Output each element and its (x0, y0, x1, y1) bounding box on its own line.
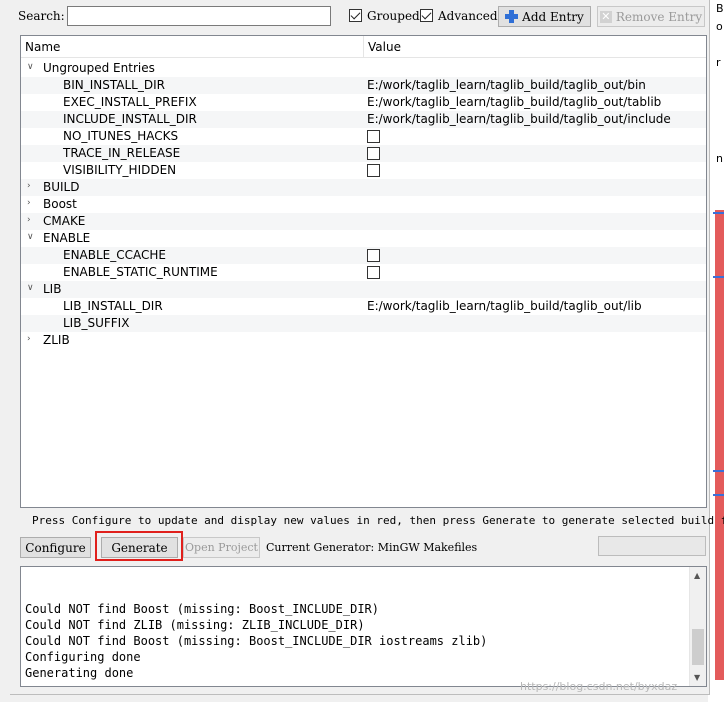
background-text: o (716, 20, 723, 33)
entry-name: ENABLE_STATIC_RUNTIME (63, 265, 218, 279)
tree-group-row[interactable]: ∨ ENABLE (21, 230, 706, 247)
entry-name: ENABLE_CCACHE (63, 248, 167, 262)
entry-value-checkbox[interactable] (367, 130, 380, 143)
entry-name: ZLIB (43, 333, 70, 347)
tree-entry-row[interactable]: ENABLE_STATIC_RUNTIME (21, 264, 706, 281)
tree-entry-row[interactable]: NO_ITUNES_HACKS (21, 128, 706, 145)
scroll-thumb[interactable] (692, 629, 704, 665)
tree-group-row[interactable]: › Boost (21, 196, 706, 213)
tree-entry-row[interactable]: LIB_SUFFIX (21, 315, 706, 332)
chevron-right-icon[interactable]: › (27, 216, 36, 225)
tree-entry-row[interactable]: VISIBILITY_HIDDEN (21, 162, 706, 179)
current-generator-label: Current Generator: MinGW Makefiles (266, 541, 478, 554)
background-blue-line (713, 494, 724, 496)
entry-name: Boost (43, 197, 77, 211)
tree-entry-row[interactable]: TRACE_IN_RELEASE (21, 145, 706, 162)
entry-name: INCLUDE_INSTALL_DIR (63, 112, 197, 126)
cmake-gui-window: Search: Grouped Advanced Add Entry ✕ Rem… (10, 0, 724, 695)
output-log[interactable]: Could NOT find Boost (missing: Boost_INC… (20, 566, 707, 687)
tree-group-row[interactable]: ∨ LIB (21, 281, 706, 298)
tree-header: Name Value (21, 36, 706, 58)
cache-variables-tree[interactable]: Name Value ∨ Ungrouped Entries BIN_INSTALL… (20, 35, 707, 508)
entry-name: ENABLE (43, 231, 91, 245)
column-header-name[interactable]: Name (25, 40, 60, 54)
background-blue-line (713, 470, 724, 472)
entry-name: VISIBILITY_HIDDEN (63, 163, 177, 177)
entry-name: BUILD (43, 180, 80, 194)
search-input[interactable] (67, 6, 331, 26)
background-text: n (716, 152, 723, 165)
advanced-checkbox[interactable] (420, 9, 433, 22)
entry-name: Ungrouped Entries (43, 61, 155, 75)
entry-name: EXEC_INSTALL_PREFIX (63, 95, 197, 109)
tree-entry-row[interactable]: INCLUDE_INSTALL_DIR E:/work/taglib_learn/… (21, 111, 706, 128)
entry-value[interactable]: E:/work/taglib_learn/taglib_build/taglib… (367, 299, 642, 313)
log-line: Generating done (25, 666, 134, 680)
background-text: r (716, 56, 721, 69)
scroll-down-icon[interactable]: ▼ (694, 673, 700, 682)
generate-highlight-box (95, 531, 183, 561)
remove-entry-button[interactable]: ✕ Remove Entry (597, 6, 705, 27)
entry-value-checkbox[interactable] (367, 147, 380, 160)
column-header-value[interactable]: Value (368, 40, 401, 54)
entry-name: NO_ITUNES_HACKS (63, 129, 179, 143)
scroll-up-icon[interactable]: ▲ (694, 571, 700, 580)
entry-value[interactable]: E:/work/taglib_learn/taglib_build/taglib… (367, 78, 646, 92)
tree-entry-row[interactable]: LIB_INSTALL_DIR E:/work/taglib_learn/tagl… (21, 298, 706, 315)
entry-value-checkbox[interactable] (367, 266, 380, 279)
grouped-label: Grouped (367, 9, 420, 23)
tree-group-row[interactable]: › ZLIB (21, 332, 706, 349)
configure-button[interactable]: Configure (20, 537, 91, 558)
entry-value-checkbox[interactable] (367, 249, 380, 262)
add-entry-button[interactable]: Add Entry (498, 6, 591, 27)
chevron-down-icon[interactable]: ∨ (27, 63, 36, 72)
tree-entry-row[interactable]: ENABLE_CCACHE (21, 247, 706, 264)
background-blue-line (713, 276, 724, 278)
remove-entry-label: Remove Entry (615, 9, 703, 24)
progress-bar (598, 536, 706, 556)
tree-entry-row[interactable]: BIN_INSTALL_DIR E:/work/taglib_learn/tagl… (21, 77, 706, 94)
log-line: Configuring done (25, 650, 141, 664)
log-line: Could NOT find Boost (missing: Boost_INC… (25, 602, 380, 616)
entry-value-checkbox[interactable] (367, 164, 380, 177)
background-blue-line (713, 212, 724, 214)
plus-icon (505, 10, 519, 23)
log-scrollbar[interactable]: ▲ ▼ (689, 567, 706, 686)
search-label: Search: (18, 9, 65, 23)
entry-value[interactable]: E:/work/taglib_learn/taglib_build/taglib… (367, 95, 661, 109)
column-divider[interactable] (363, 36, 364, 58)
chevron-right-icon[interactable]: › (27, 199, 36, 208)
chevron-right-icon[interactable]: › (27, 182, 36, 191)
entry-name: CMAKE (43, 214, 86, 228)
chevron-down-icon[interactable]: ∨ (27, 284, 36, 293)
grouped-checkbox[interactable] (349, 9, 362, 22)
chevron-down-icon[interactable]: ∨ (27, 233, 36, 242)
entry-value[interactable]: E:/work/taglib_learn/taglib_build/taglib… (367, 112, 671, 126)
background-red-region (715, 210, 724, 680)
advanced-label: Advanced (438, 9, 498, 23)
entry-name: TRACE_IN_RELEASE (63, 146, 181, 160)
watermark: https://blog.csdn.net/byxdaz (520, 680, 678, 693)
entry-name: BIN_INSTALL_DIR (63, 78, 165, 92)
open-project-button[interactable]: Open Project (183, 537, 260, 558)
entry-name: LIB_INSTALL_DIR (63, 299, 163, 313)
hint-text: Press Configure to update and display ne… (32, 514, 724, 527)
entry-name: LIB_SUFFIX (63, 316, 130, 330)
log-line: Could NOT find Boost (missing: Boost_INC… (25, 634, 488, 648)
background-text: B (716, 2, 724, 15)
chevron-right-icon[interactable]: › (27, 335, 36, 344)
log-line: Could NOT find ZLIB (missing: ZLIB_INCLU… (25, 618, 365, 632)
tree-group-row[interactable]: › CMAKE (21, 213, 706, 230)
tree-entry-row[interactable]: EXEC_INSTALL_PREFIX E:/work/taglib_learn/… (21, 94, 706, 111)
entry-name: LIB (43, 282, 62, 296)
tree-group-row[interactable]: › BUILD (21, 179, 706, 196)
add-entry-label: Add Entry (522, 9, 584, 24)
remove-icon: ✕ (599, 9, 612, 23)
tree-group-row[interactable]: ∨ Ungrouped Entries (21, 60, 706, 77)
